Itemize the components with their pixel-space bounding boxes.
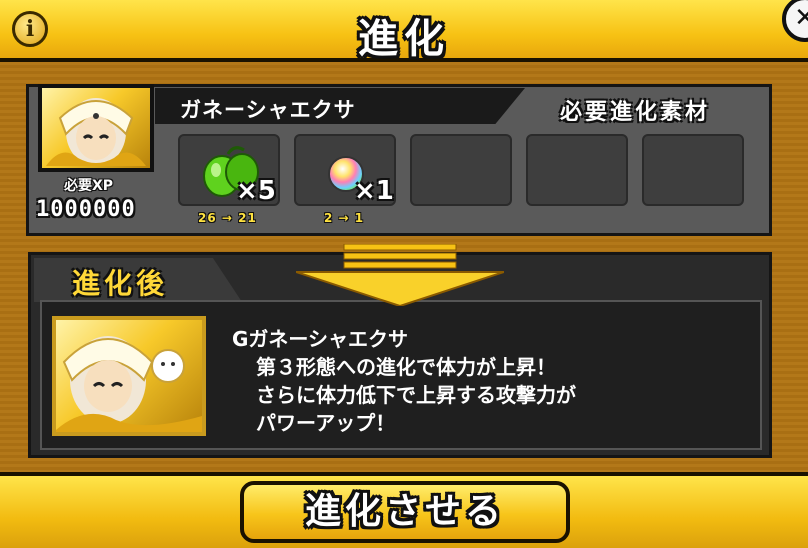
material-2-quantity: ×1 — [354, 176, 394, 206]
after-evolution-portrait — [52, 316, 206, 436]
material-slot-4 — [526, 134, 628, 206]
required-materials-label: 必要進化素材 — [560, 100, 711, 125]
description-line-2: さらに体力低下で上昇する攻撃力が — [256, 383, 576, 407]
unit-name: ガネーシャエクサ — [180, 98, 356, 122]
material-slot-5 — [642, 134, 744, 206]
description-line-1: 第３形態への進化で体力が上昇！ — [256, 355, 556, 379]
after-evolution-label: 進化後 — [72, 267, 169, 300]
material-1-change: 26 → 21 — [198, 211, 257, 225]
material-1-quantity: ×5 — [236, 176, 276, 206]
after-evolution-name: Gガネーシャエクサ — [232, 327, 409, 351]
down-arrow-icon — [296, 244, 504, 306]
page-title: 進化 — [358, 16, 450, 62]
evolve-button[interactable]: 進化させる — [240, 481, 570, 543]
xp-value: 1000000 — [36, 197, 136, 222]
material-slot-3 — [410, 134, 512, 206]
material-2-change: 2 → 1 — [324, 211, 365, 225]
xp-label: 必要XP — [64, 178, 114, 194]
unit-portrait — [38, 84, 154, 172]
description-line-3: パワーアップ！ — [256, 411, 396, 435]
